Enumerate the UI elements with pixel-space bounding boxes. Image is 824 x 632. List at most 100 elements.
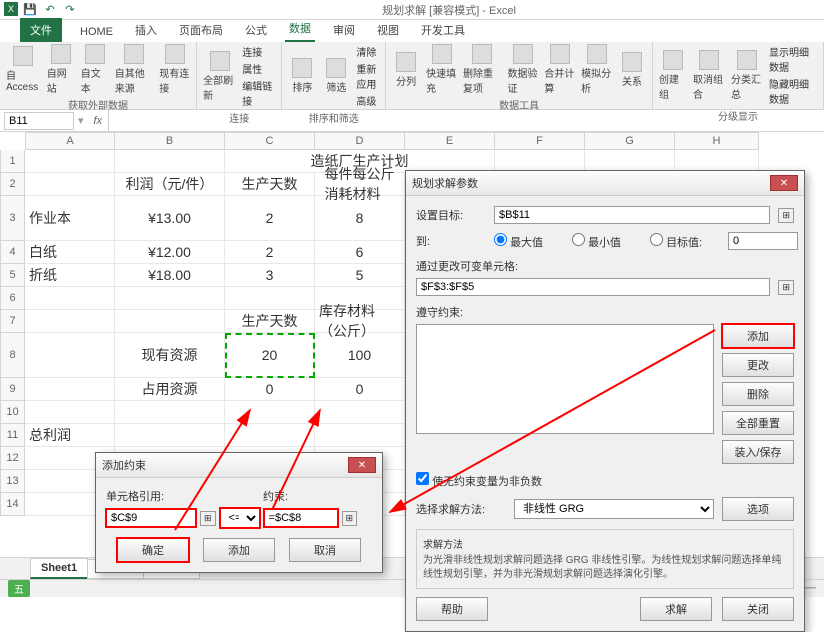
btn-existing[interactable]: 现有连接 <box>159 44 190 95</box>
cell-B1[interactable] <box>115 150 225 173</box>
cell-B9[interactable]: 占用资源 <box>115 378 225 401</box>
fx-icon[interactable]: fx <box>88 115 109 127</box>
row-head-12[interactable]: 12 <box>0 447 25 470</box>
col-head-E[interactable]: E <box>405 132 495 150</box>
con-picker-icon[interactable]: ⊞ <box>342 511 358 526</box>
row-head-6[interactable]: 6 <box>0 287 25 310</box>
btn-flash[interactable]: 快速填充 <box>426 44 457 95</box>
col-head-G[interactable]: G <box>585 132 675 150</box>
cell-D2[interactable]: 每件每公斤 消耗材料 <box>315 173 405 196</box>
cell-A2[interactable] <box>25 173 115 196</box>
row-head-1[interactable]: 1 <box>0 150 25 173</box>
name-box[interactable] <box>4 112 74 130</box>
cell-D9[interactable]: 0 <box>315 378 405 401</box>
btn-filter[interactable]: 筛选 <box>322 58 350 94</box>
add-button[interactable]: 添加 <box>203 538 275 562</box>
method-select[interactable]: 非线性 GRG <box>514 499 714 519</box>
namebox-dropdown-icon[interactable]: ▾ <box>74 114 88 127</box>
btn-other[interactable]: 自其他来源 <box>115 44 154 95</box>
cell-D3[interactable]: 8 <box>315 196 405 241</box>
cell-C9[interactable]: 0 <box>225 378 315 401</box>
picker-icon[interactable]: ⊞ <box>778 280 794 295</box>
close-icon[interactable]: ✕ <box>770 175 798 191</box>
cell-C2[interactable]: 生产天数 <box>225 173 315 196</box>
tab-data[interactable]: 数据 <box>285 16 315 42</box>
btn-consol[interactable]: 合并计算 <box>544 44 575 95</box>
load-save-button[interactable]: 装入/保存 <box>722 440 794 464</box>
row-head-11[interactable]: 11 <box>0 424 25 447</box>
btn-group[interactable]: 创建组 <box>659 50 687 101</box>
undo-icon[interactable]: ↶ <box>42 2 58 18</box>
tab-dev[interactable]: 开发工具 <box>417 18 469 42</box>
cell-A9[interactable] <box>25 378 115 401</box>
sheet-tab-1[interactable]: Sheet1 <box>30 558 88 579</box>
tab-review[interactable]: 审阅 <box>329 18 359 42</box>
cell-A3[interactable]: 作业本 <box>25 196 115 241</box>
col-head-D[interactable]: D <box>315 132 405 150</box>
cell-B11[interactable] <box>115 424 225 447</box>
close-icon[interactable]: ✕ <box>348 457 376 473</box>
tab-file[interactable]: 文件 <box>20 18 62 42</box>
cell-C5[interactable]: 3 <box>225 264 315 287</box>
col-head-B[interactable]: B <box>115 132 225 150</box>
col-head-A[interactable]: A <box>25 132 115 150</box>
btn-valid[interactable]: 数据验证 <box>508 44 539 95</box>
cell-B8[interactable]: 现有资源 <box>115 333 225 378</box>
close-button[interactable]: 关闭 <box>722 597 794 621</box>
btn-whatif[interactable]: 模拟分析 <box>581 44 612 95</box>
cell-A5[interactable]: 折纸 <box>25 264 115 287</box>
col-head-F[interactable]: F <box>495 132 585 150</box>
cell-B5[interactable]: ¥18.00 <box>115 264 225 287</box>
picker-icon[interactable]: ⊞ <box>778 208 794 223</box>
col-head-C[interactable]: C <box>225 132 315 150</box>
objective-input[interactable] <box>494 206 770 224</box>
tab-home[interactable]: HOME <box>76 22 117 42</box>
row-head-3[interactable]: 3 <box>0 196 25 241</box>
btn-sort[interactable]: 排序 <box>288 58 316 94</box>
row-head-14[interactable]: 14 <box>0 493 25 516</box>
cell-A10[interactable] <box>25 401 115 424</box>
save-icon[interactable]: 💾 <box>22 2 38 18</box>
operator-select[interactable]: <= <box>220 508 260 528</box>
solve-button[interactable]: 求解 <box>640 597 712 621</box>
cell-C3[interactable]: 2 <box>225 196 315 241</box>
ref-picker-icon[interactable]: ⊞ <box>200 511 216 526</box>
cell-B6[interactable] <box>115 287 225 310</box>
redo-icon[interactable]: ↷ <box>62 2 78 18</box>
cancel-button[interactable]: 取消 <box>289 538 361 562</box>
row-head-8[interactable]: 8 <box>0 333 25 378</box>
cell-C11[interactable] <box>225 424 315 447</box>
ok-button[interactable]: 确定 <box>117 538 189 562</box>
btn-refresh[interactable]: 全部刷新 <box>203 51 236 102</box>
help-button[interactable]: 帮助 <box>416 597 488 621</box>
cell-A7[interactable] <box>25 310 115 333</box>
tab-formula[interactable]: 公式 <box>241 18 271 42</box>
cell-A4[interactable]: 白纸 <box>25 241 115 264</box>
cell-D8[interactable]: 100 <box>315 333 405 378</box>
cell-A6[interactable] <box>25 287 115 310</box>
ime-indicator[interactable]: 五 <box>8 580 30 597</box>
change-button[interactable]: 更改 <box>722 353 794 377</box>
row-head-10[interactable]: 10 <box>0 401 25 424</box>
row-head-2[interactable]: 2 <box>0 173 25 196</box>
tab-insert[interactable]: 插入 <box>131 18 161 42</box>
row-head-7[interactable]: 7 <box>0 310 25 333</box>
cell-B7[interactable] <box>115 310 225 333</box>
cell-B10[interactable] <box>115 401 225 424</box>
cell-A1[interactable] <box>25 150 115 173</box>
cell-B4[interactable]: ¥12.00 <box>115 241 225 264</box>
cell-C4[interactable]: 2 <box>225 241 315 264</box>
btn-ungroup[interactable]: 取消组合 <box>693 50 725 101</box>
btn-texttocol[interactable]: 分列 <box>392 52 420 88</box>
cell-C10[interactable] <box>225 401 315 424</box>
cell-C6[interactable] <box>225 287 315 310</box>
btn-dedup[interactable]: 删除重复项 <box>463 44 502 95</box>
cell-D7[interactable]: 库存材料（公斤） <box>315 310 405 333</box>
btn-rel[interactable]: 关系 <box>618 52 646 88</box>
cell-D5[interactable]: 5 <box>315 264 405 287</box>
row-head-4[interactable]: 4 <box>0 241 25 264</box>
row-head-5[interactable]: 5 <box>0 264 25 287</box>
cell-A11[interactable]: 总利润 <box>25 424 115 447</box>
constraints-list[interactable] <box>416 324 714 434</box>
btn-web[interactable]: 自网站 <box>47 44 75 95</box>
